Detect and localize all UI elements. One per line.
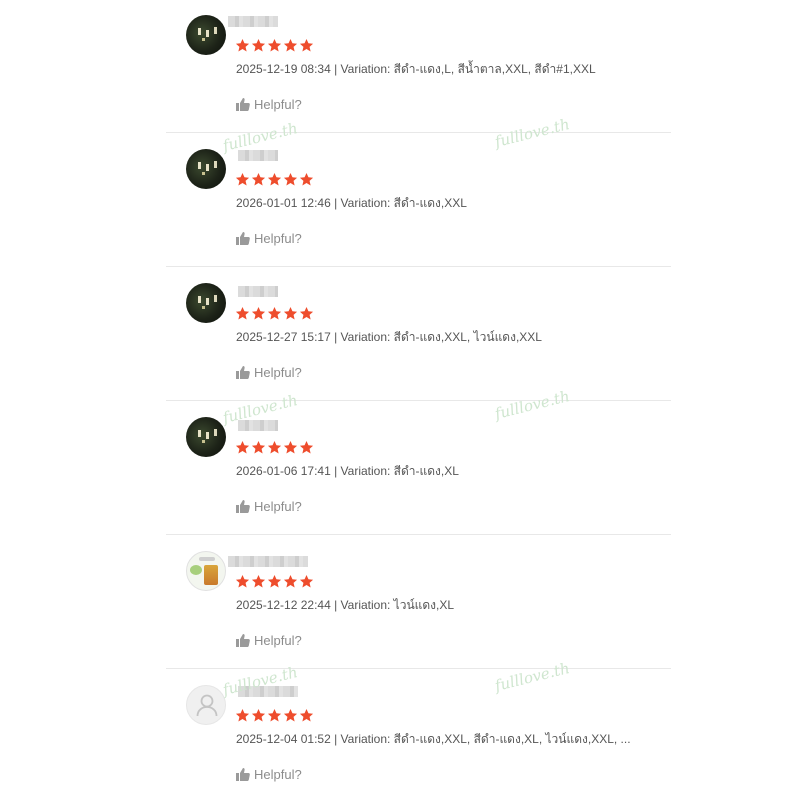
thumbs-up-icon — [236, 500, 250, 513]
review-item: 2025-12-12 22:44 | Variation: ไวน์แดง,XL… — [0, 536, 797, 670]
username-blurred — [228, 16, 278, 27]
star-icon — [283, 440, 298, 454]
star-icon — [251, 306, 266, 320]
review-meta: 2026-01-06 17:41 | Variation: สีดำ-แดง,X… — [236, 464, 459, 478]
helpful-button[interactable]: Helpful? — [236, 633, 302, 648]
thumbs-up-icon — [236, 366, 250, 379]
star-rating — [235, 708, 314, 724]
star-icon — [267, 574, 282, 588]
star-icon — [299, 38, 314, 52]
review-item: 2025-12-04 01:52 | Variation: สีดำ-แดง,X… — [0, 670, 797, 804]
review-meta: 2025-12-12 22:44 | Variation: ไวน์แดง,XL — [236, 598, 455, 612]
star-icon — [299, 440, 314, 454]
star-icon — [267, 440, 282, 454]
review-meta: 2026-01-01 12:46 | Variation: สีดำ-แดง,X… — [236, 196, 467, 210]
star-rating — [235, 306, 314, 322]
review-item: 2026-01-06 17:41 | Variation: สีดำ-แดง,X… — [0, 402, 797, 536]
avatar[interactable] — [186, 283, 226, 323]
helpful-label: Helpful? — [254, 97, 302, 112]
star-icon — [283, 574, 298, 588]
avatar[interactable] — [186, 551, 226, 591]
divider — [166, 400, 671, 401]
helpful-label: Helpful? — [254, 231, 302, 246]
star-icon — [235, 172, 250, 186]
star-icon — [283, 38, 298, 52]
star-icon — [251, 708, 266, 722]
review-item: 2025-12-27 15:17 | Variation: สีดำ-แดง,X… — [0, 268, 797, 402]
avatar[interactable] — [186, 149, 226, 189]
helpful-label: Helpful? — [254, 633, 302, 648]
star-icon — [299, 306, 314, 320]
star-icon — [251, 38, 266, 52]
username-blurred — [238, 420, 278, 431]
avatar[interactable] — [186, 417, 226, 457]
star-icon — [235, 38, 250, 52]
review-list: 2025-12-19 08:34 | Variation: สีดำ-แดง,L… — [0, 0, 797, 797]
review-meta: 2025-12-04 01:52 | Variation: สีดำ-แดง,X… — [236, 732, 631, 746]
helpful-button[interactable]: Helpful? — [236, 499, 302, 514]
star-icon — [283, 172, 298, 186]
divider — [166, 534, 671, 535]
helpful-label: Helpful? — [254, 767, 302, 782]
star-icon — [267, 306, 282, 320]
avatar[interactable] — [186, 685, 226, 725]
thumbs-up-icon — [236, 634, 250, 647]
star-icon — [267, 38, 282, 52]
star-icon — [267, 708, 282, 722]
user-icon — [196, 694, 218, 717]
divider — [166, 132, 671, 133]
review-meta: 2025-12-27 15:17 | Variation: สีดำ-แดง,X… — [236, 330, 542, 344]
helpful-label: Helpful? — [254, 499, 302, 514]
star-icon — [283, 306, 298, 320]
star-rating — [235, 172, 314, 188]
star-icon — [235, 306, 250, 320]
review-meta: 2025-12-19 08:34 | Variation: สีดำ-แดง,L… — [236, 62, 596, 76]
star-icon — [283, 708, 298, 722]
username-blurred — [238, 286, 278, 297]
review-item: 2026-01-01 12:46 | Variation: สีดำ-แดง,X… — [0, 134, 797, 268]
star-icon — [251, 574, 266, 588]
divider — [166, 668, 671, 669]
thumbs-up-icon — [236, 768, 250, 781]
helpful-button[interactable]: Helpful? — [236, 231, 302, 246]
star-rating — [235, 38, 314, 54]
helpful-button[interactable]: Helpful? — [236, 97, 302, 112]
username-blurred — [238, 150, 278, 161]
username-blurred — [238, 686, 298, 697]
star-icon — [235, 440, 250, 454]
star-icon — [251, 440, 266, 454]
star-rating — [235, 440, 314, 456]
helpful-button[interactable]: Helpful? — [236, 365, 302, 380]
star-icon — [299, 574, 314, 588]
star-icon — [235, 574, 250, 588]
thumbs-up-icon — [236, 232, 250, 245]
username-blurred — [228, 556, 308, 567]
star-icon — [299, 172, 314, 186]
divider — [166, 266, 671, 267]
star-rating — [235, 574, 314, 590]
helpful-button[interactable]: Helpful? — [236, 767, 302, 782]
helpful-label: Helpful? — [254, 365, 302, 380]
star-icon — [267, 172, 282, 186]
thumbs-up-icon — [236, 98, 250, 111]
star-icon — [251, 172, 266, 186]
review-item: 2025-12-19 08:34 | Variation: สีดำ-แดง,L… — [0, 0, 797, 134]
star-icon — [299, 708, 314, 722]
star-icon — [235, 708, 250, 722]
avatar[interactable] — [186, 15, 226, 55]
